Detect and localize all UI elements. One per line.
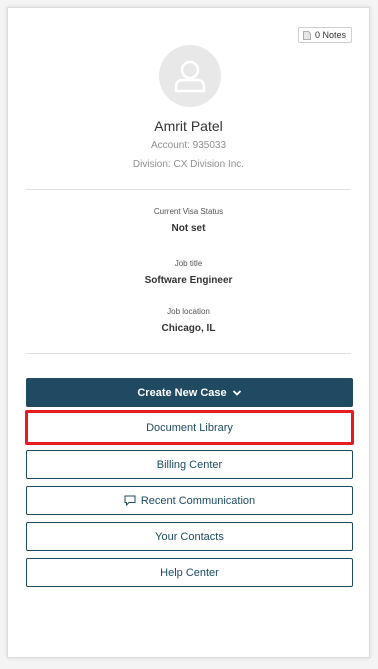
notes-button[interactable]: 0 Notes: [297, 27, 352, 43]
user-icon: [174, 60, 206, 93]
job-title-label: Job title: [174, 259, 203, 268]
profile-card: 0 Notes Amrit Patel Account: 935033 Divi…: [7, 7, 370, 658]
document-library-button[interactable]: Document Library: [25, 410, 354, 445]
job-title-value: Software Engineer: [144, 275, 233, 286]
recent-communication-label: Recent Communication: [140, 494, 256, 507]
create-new-case-button[interactable]: Create New Case: [26, 378, 353, 407]
billing-center-label: Billing Center: [156, 458, 223, 471]
chat-bubble-icon: [124, 495, 136, 506]
chevron-down-icon: [232, 389, 241, 396]
billing-center-button[interactable]: Billing Center: [26, 450, 353, 479]
help-center-label: Help Center: [160, 566, 219, 579]
create-new-case-label: Create New Case: [137, 386, 227, 399]
document-library-label: Document Library: [146, 421, 233, 434]
account-number: Account: 935033: [150, 140, 227, 151]
avatar: [159, 45, 221, 107]
your-contacts-button[interactable]: Your Contacts: [26, 522, 353, 551]
profile-name: Amrit Patel: [154, 118, 223, 134]
division-name: Division: CX Division Inc.: [132, 159, 245, 170]
visa-status-value: Not set: [171, 223, 206, 234]
divider: [26, 353, 351, 354]
document-icon: [303, 30, 311, 40]
notes-button-label: 0 Notes: [314, 30, 346, 40]
recent-communication-button[interactable]: Recent Communication: [26, 486, 353, 515]
visa-status-label: Current Visa Status: [153, 207, 224, 216]
your-contacts-label: Your Contacts: [155, 530, 224, 543]
job-location-label: Job location: [167, 307, 210, 316]
job-location-value: Chicago, IL: [161, 323, 216, 334]
divider: [26, 189, 351, 190]
help-center-button[interactable]: Help Center: [26, 558, 353, 587]
